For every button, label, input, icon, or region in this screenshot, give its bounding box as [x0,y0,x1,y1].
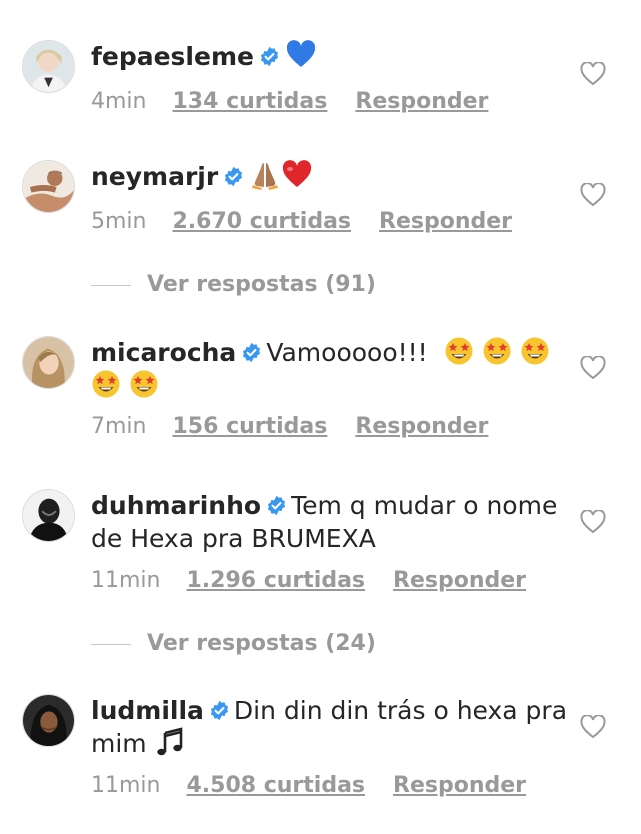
star-struck-icon [482,336,512,366]
like-heart-icon[interactable] [580,510,606,534]
view-replies-label: Ver respostas (91) [147,272,376,297]
avatar[interactable] [22,694,75,747]
comment-body: ludmilla Din din din trás o hexa pra mim [91,694,569,760]
verified-badge-icon [223,166,244,187]
divider [91,284,131,286]
timestamp: 11min [91,773,161,798]
username[interactable]: micarocha [91,338,236,367]
likes-link[interactable]: 156 curtidas [172,414,327,439]
comment-body: duhmarinho Tem q mudar o nome de Hexa pra… [91,489,569,555]
comment-body: neymarjr [91,160,569,193]
verified-badge-icon [241,342,262,363]
avatar[interactable] [22,40,75,93]
comment-meta: 11min 1.296 curtidas Responder [91,568,526,593]
username[interactable]: neymarjr [91,162,218,191]
like-heart-icon[interactable] [580,183,606,207]
musical-notes-icon [155,727,185,757]
comment-meta: 4min 134 curtidas Responder [91,89,488,114]
view-replies-label: Ver respostas (24) [147,631,376,656]
comment-meta: 11min 4.508 curtidas Responder [91,773,526,798]
red-heart-icon [282,160,312,190]
reply-button[interactable]: Responder [379,209,512,234]
verified-badge-icon [209,700,230,721]
like-heart-icon[interactable] [580,356,606,380]
folded-hands-icon [250,160,280,190]
timestamp: 4min [91,89,147,114]
reply-button[interactable]: Responder [393,568,526,593]
star-struck-icon [520,336,550,366]
username[interactable]: ludmilla [91,696,204,725]
star-struck-icon [129,369,159,399]
likes-link[interactable]: 1.296 curtidas [186,568,365,593]
comment-body: fepaesleme [91,40,569,73]
likes-link[interactable]: 4.508 curtidas [186,773,365,798]
like-heart-icon[interactable] [580,715,606,739]
comment-body: micarocha Vamooooo!!! [91,336,569,402]
avatar[interactable] [22,336,75,389]
likes-link[interactable]: 2.670 curtidas [172,209,351,234]
view-replies-button[interactable]: Ver respostas (24) [91,631,376,656]
verified-badge-icon [266,495,287,516]
timestamp: 11min [91,568,161,593]
divider [91,643,131,645]
comment-text: Vamooooo!!! [266,338,428,367]
star-struck-icon [444,336,474,366]
reply-button[interactable]: Responder [393,773,526,798]
comment-meta: 5min 2.670 curtidas Responder [91,209,512,234]
comment-meta: 7min 156 curtidas Responder [91,414,488,439]
blue-heart-icon [286,40,316,70]
reply-button[interactable]: Responder [355,89,488,114]
username[interactable]: duhmarinho [91,491,261,520]
likes-link[interactable]: 134 curtidas [172,89,327,114]
star-struck-icon [91,369,121,399]
reply-button[interactable]: Responder [355,414,488,439]
username[interactable]: fepaesleme [91,42,254,71]
like-heart-icon[interactable] [580,62,606,86]
avatar[interactable] [22,489,75,542]
view-replies-button[interactable]: Ver respostas (91) [91,272,376,297]
avatar[interactable] [22,160,75,213]
verified-badge-icon [259,46,280,67]
timestamp: 5min [91,209,147,234]
timestamp: 7min [91,414,147,439]
